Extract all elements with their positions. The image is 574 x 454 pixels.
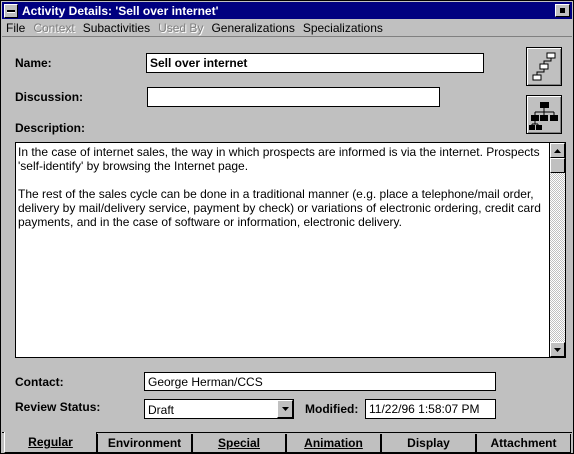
description-text: In the case of internet sales, the way i…	[18, 145, 548, 355]
tab-environment[interactable]: Environment	[97, 434, 192, 453]
window-title: Activity Details: 'Sell over internet'	[22, 3, 219, 18]
tab-display[interactable]: Display	[381, 434, 476, 453]
process-flow-button[interactable]	[526, 47, 562, 86]
hierarchy-icon	[529, 102, 558, 130]
review-status-select[interactable]: Draft	[144, 399, 294, 419]
scroll-thumb[interactable]	[550, 158, 565, 173]
description-textarea[interactable]: In the case of internet sales, the way i…	[15, 142, 566, 358]
scroll-down-icon[interactable]	[550, 342, 565, 357]
modified-field: 11/22/96 1:58:07 PM	[365, 399, 496, 419]
description-paragraph-2: The rest of the sales cycle can be done …	[18, 187, 541, 229]
discussion-label: Discussion:	[15, 90, 84, 104]
tab-animation[interactable]: Animation	[286, 434, 381, 453]
tab-bar: Regular Environment Special Animation Di…	[2, 432, 572, 454]
review-status-value: Draft	[148, 403, 175, 417]
system-menu-icon[interactable]	[4, 3, 18, 18]
description-label: Description:	[15, 121, 86, 135]
menu-bar: File Context Subactivities Used By Gener…	[2, 19, 572, 37]
title-bar[interactable]: Activity Details: 'Sell over internet'	[2, 2, 572, 19]
process-flow-icon	[532, 52, 556, 81]
tab-attachment[interactable]: Attachment	[476, 434, 571, 453]
menu-specializations[interactable]: Specializations	[299, 21, 387, 35]
name-field[interactable]: Sell over internet	[146, 53, 484, 73]
menu-file[interactable]: File	[2, 21, 29, 35]
hierarchy-button[interactable]	[526, 95, 562, 134]
review-status-label: Review Status:	[15, 400, 101, 414]
description-paragraph-1: In the case of internet sales, the way i…	[18, 145, 540, 173]
scroll-up-icon[interactable]	[550, 143, 565, 158]
menu-generalizations[interactable]: Generalizations	[207, 21, 298, 35]
discussion-field[interactable]	[147, 87, 440, 107]
tab-special[interactable]: Special	[192, 434, 286, 453]
tab-regular[interactable]: Regular	[4, 432, 97, 453]
vertical-scrollbar[interactable]	[549, 143, 565, 357]
dropdown-arrow-icon[interactable]	[277, 400, 293, 418]
name-label: Name:	[15, 56, 52, 70]
activity-details-window: Activity Details: 'Sell over internet' F…	[0, 0, 574, 454]
contact-field[interactable]: George Herman/CCS	[144, 372, 496, 391]
menu-context[interactable]: Context	[29, 21, 78, 35]
contact-label: Contact:	[15, 375, 64, 389]
menu-used-by[interactable]: Used By	[154, 21, 207, 35]
menu-subactivities[interactable]: Subactivities	[79, 21, 154, 35]
modified-label: Modified:	[305, 402, 359, 416]
close-icon[interactable]	[555, 4, 570, 17]
